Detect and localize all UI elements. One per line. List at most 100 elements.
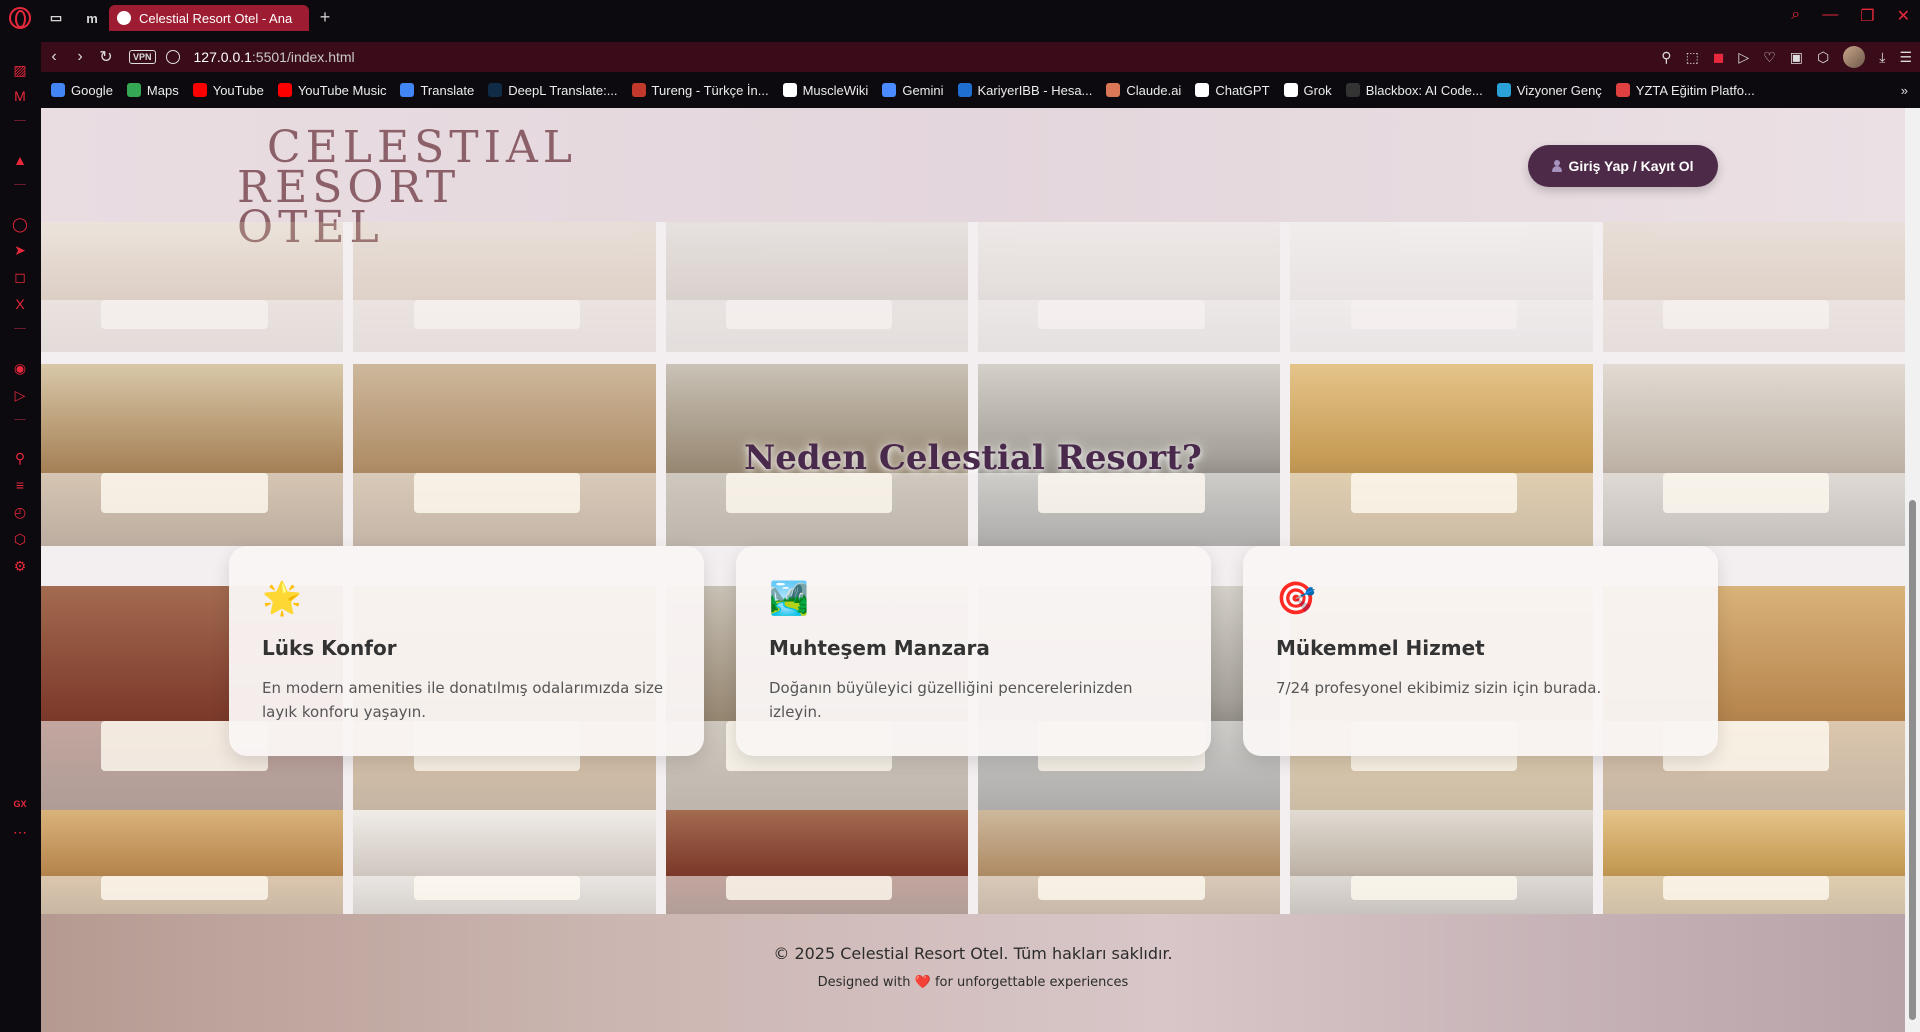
snapshot-icon[interactable]: ⬚ (1686, 49, 1699, 66)
vpn-badge[interactable]: VPN (129, 50, 156, 64)
whatsapp-icon[interactable]: ◯ (12, 216, 28, 232)
extension-box-icon[interactable]: ▣ (1790, 49, 1803, 66)
telegram-icon[interactable]: ➤ (12, 242, 28, 258)
sidebar-divider (14, 328, 26, 329)
feature-text: En modern amenities ile donatılmış odala… (262, 679, 664, 721)
bookmark-item[interactable]: Tureng - Türkçe İn... (631, 83, 769, 98)
section-title: Neden Celestial Resort? (744, 438, 1202, 478)
hotel-room-photo (353, 222, 656, 352)
app-a-icon[interactable]: ▲ (12, 152, 28, 168)
minimize-icon[interactable]: — (1822, 6, 1838, 26)
instagram-icon[interactable]: ◻ (12, 269, 28, 285)
bookmark-item[interactable]: ChatGPT (1195, 82, 1270, 98)
heart-icon[interactable]: ♡ (1763, 49, 1776, 66)
bookmark-favicon-icon (400, 83, 415, 97)
feature-text: Doğanın büyüleyici güzelliğini pencerele… (769, 679, 1133, 721)
bookmark-item[interactable]: Blackbox: AI Code... (1345, 83, 1483, 98)
bookmarks-bar: Google Maps YouTube YouTube Music Translate D… (41, 78, 1920, 102)
pin-icon[interactable]: ⚲ (1661, 49, 1671, 66)
site-logo[interactable]: CELESTIAL RESORT OTEL (237, 126, 572, 250)
extensions-sidebar-icon[interactable]: ⬡ (12, 531, 28, 547)
bookmarks-overflow-icon[interactable]: » (1901, 83, 1908, 98)
download-icon[interactable]: ⤓ (1879, 49, 1885, 66)
tabs-icon[interactable]: ≡ (12, 477, 28, 493)
tab-manager-icon[interactable]: ▭ (45, 7, 67, 29)
player-sidebar-icon[interactable]: ▷ (12, 387, 28, 403)
heart-icon: ❤️ (914, 975, 931, 990)
tab-favicon-icon (117, 11, 131, 25)
history-icon[interactable]: ◴ (12, 504, 28, 520)
workspace-m-icon[interactable]: m (81, 7, 103, 29)
feature-card: 🎯 Mükemmel Hizmet 7/24 profesyonel ekibi… (1243, 546, 1718, 756)
bookmark-item[interactable]: Claude.ai (1106, 83, 1181, 98)
site-header: CELESTIAL RESORT OTEL Giriş Yap / Kayıt … (41, 108, 1905, 250)
more-icon[interactable]: ⋯ (12, 824, 28, 840)
site-info-icon[interactable] (165, 50, 180, 64)
bookmark-item[interactable]: YZTA Eğitim Platfo... (1615, 82, 1755, 98)
landscape-icon: 🏞️ (769, 580, 809, 616)
gx-icon[interactable]: GX (12, 796, 28, 812)
user-icon (1552, 160, 1563, 172)
star-icon: 🌟 (262, 580, 302, 616)
target-icon: 🎯 (1276, 580, 1316, 616)
bookmark-favicon-icon (957, 83, 972, 97)
opera-logo-icon[interactable] (9, 7, 31, 29)
bookmark-item[interactable]: Grok (1283, 83, 1332, 98)
hotel-room-photo (1602, 810, 1905, 920)
bookmark-favicon-icon (882, 83, 897, 97)
bookmark-item[interactable]: KariyerIBB - Hesa... (957, 83, 1092, 98)
bookmark-item[interactable]: DeepL Translate:... (488, 83, 618, 98)
pinboard-icon[interactable]: ⚲ (12, 450, 28, 466)
hotel-room-photo (665, 810, 968, 920)
aria-icon[interactable]: ▨ (12, 62, 28, 78)
bookmark-label: Vizyoner Genç (1516, 82, 1602, 98)
bookmark-item[interactable]: Vizyoner Genç (1496, 82, 1602, 98)
bookmark-item[interactable]: Translate (400, 83, 474, 98)
hotel-room-photo (41, 222, 344, 352)
bookmark-item[interactable]: Gemini (882, 83, 944, 98)
bookmark-item[interactable]: Maps (126, 82, 179, 98)
search-tabs-icon[interactable]: ⌕ (1791, 6, 1800, 26)
x-twitter-icon[interactable]: X (12, 296, 28, 312)
browser-tabbar: ▭ m Celestial Resort Otel - Ana + ⌕ — ❐ … (0, 0, 1920, 36)
bookmark-favicon-icon (126, 83, 141, 97)
bookmark-label: Claude.ai (1126, 82, 1182, 98)
bookmark-item[interactable]: YouTube Music (277, 83, 386, 98)
bookmark-label: ChatGPT (1215, 82, 1270, 98)
mail-icon[interactable]: M (12, 88, 28, 104)
url-path: :5501/index.html (251, 49, 355, 65)
extensions-icon[interactable]: ⬡ (1817, 49, 1829, 66)
feature-card: 🏞️ Muhteşem Manzara Doğanın büyüleyici g… (736, 546, 1211, 756)
menu-icon[interactable]: ☰ (1899, 49, 1912, 66)
reload-icon[interactable]: ↻ (93, 47, 119, 67)
pocket-icon[interactable]: ◼ (1713, 49, 1725, 66)
photo-strip-3 (41, 810, 1905, 920)
url-field[interactable]: 127.0.0.1:5501/index.html (194, 49, 355, 65)
copyright-text: © 2025 Celestial Resort Otel. Tüm haklar… (773, 944, 1173, 963)
hotel-room-photo (41, 810, 344, 920)
bookmark-item[interactable]: MuscleWiki (782, 83, 868, 98)
close-window-icon[interactable]: ✕ (1897, 6, 1910, 26)
forward-icon[interactable]: › (67, 48, 93, 66)
browser-sidebar: ▨ M ▲ ◯ ➤ ◻ X ◉ ▷ ⚲ ≡ ◴ ⬡ ⚙ GX ⋯ (0, 62, 40, 1032)
hotel-room-photo (353, 810, 656, 920)
bookmark-label: YZTA Eğitim Platfo... (1635, 82, 1755, 98)
active-tab[interactable]: Celestial Resort Otel - Ana (109, 5, 309, 31)
bookmark-item[interactable]: Google (51, 83, 113, 98)
new-tab-button[interactable]: + (315, 8, 335, 28)
profile-avatar[interactable] (1843, 46, 1866, 68)
back-icon[interactable]: ‹ (41, 48, 67, 66)
music-player-icon[interactable]: ◉ (12, 360, 28, 376)
sidebar-divider (14, 184, 26, 185)
url-host: 127.0.0.1 (193, 49, 252, 65)
page-scrollbar-thumb[interactable] (1909, 500, 1916, 1020)
settings-icon[interactable]: ⚙ (12, 558, 28, 574)
designed-with-line: Designed with ❤️ for unforgettable exper… (41, 975, 1905, 990)
login-register-button[interactable]: Giriş Yap / Kayıt Ol (1528, 145, 1718, 187)
bookmark-label: Translate (420, 82, 475, 98)
hotel-room-photo (1602, 222, 1905, 352)
bookmark-item[interactable]: YouTube (192, 83, 264, 98)
bookmark-label: Maps (146, 82, 179, 98)
restore-icon[interactable]: ❐ (1860, 6, 1874, 26)
player-icon[interactable]: ▷ (1738, 49, 1749, 66)
